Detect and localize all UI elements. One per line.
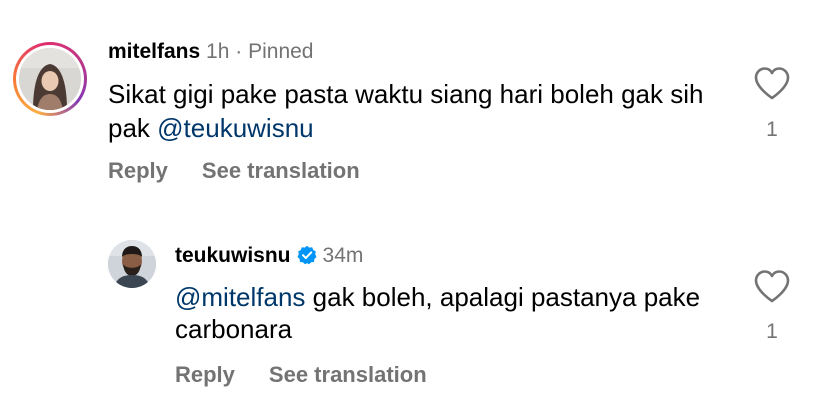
avatar-picture: [19, 48, 81, 110]
reply-header: teukuwisnu 34m: [175, 242, 363, 270]
comment-header: mitelfans 1h · Pinned: [108, 38, 313, 66]
comment-actions: Reply See translation: [108, 157, 360, 185]
reply-like-count: 1: [766, 320, 778, 343]
reply-avatar-picture: [108, 240, 156, 288]
heart-outline-icon: [754, 67, 790, 100]
see-translation-button[interactable]: See translation: [269, 362, 427, 387]
like-count: 1: [766, 118, 778, 141]
verified-badge-icon: [297, 245, 317, 265]
reply-text: @mitelfans gak boleh, apalagi pastanya p…: [175, 281, 735, 345]
avatar[interactable]: [19, 48, 81, 110]
comment-username[interactable]: mitelfans: [108, 40, 200, 63]
comment-time: 1h: [206, 40, 230, 63]
pinned-label: Pinned: [248, 40, 314, 63]
like-button[interactable]: [752, 65, 792, 101]
see-translation-button[interactable]: See translation: [202, 158, 360, 183]
reply-button[interactable]: Reply: [108, 158, 168, 183]
reply-actions: Reply See translation: [175, 361, 427, 389]
reply-button[interactable]: Reply: [175, 362, 235, 387]
comment-text: Sikat gigi pake pasta waktu siang hari b…: [108, 77, 728, 145]
reply-like-button[interactable]: [752, 268, 792, 304]
heart-outline-icon: [754, 270, 790, 303]
reply-username[interactable]: teukuwisnu: [175, 244, 291, 267]
meta-separator: ·: [235, 40, 243, 63]
reply-avatar[interactable]: [108, 240, 156, 288]
avatar-story-ring[interactable]: [13, 42, 87, 116]
reply-mention-link[interactable]: @mitelfans: [175, 282, 305, 312]
reply-time: 34m: [322, 244, 364, 267]
avatar-ring-gap: [16, 45, 84, 113]
comment-mention-link[interactable]: @teukuwisnu: [157, 113, 313, 143]
